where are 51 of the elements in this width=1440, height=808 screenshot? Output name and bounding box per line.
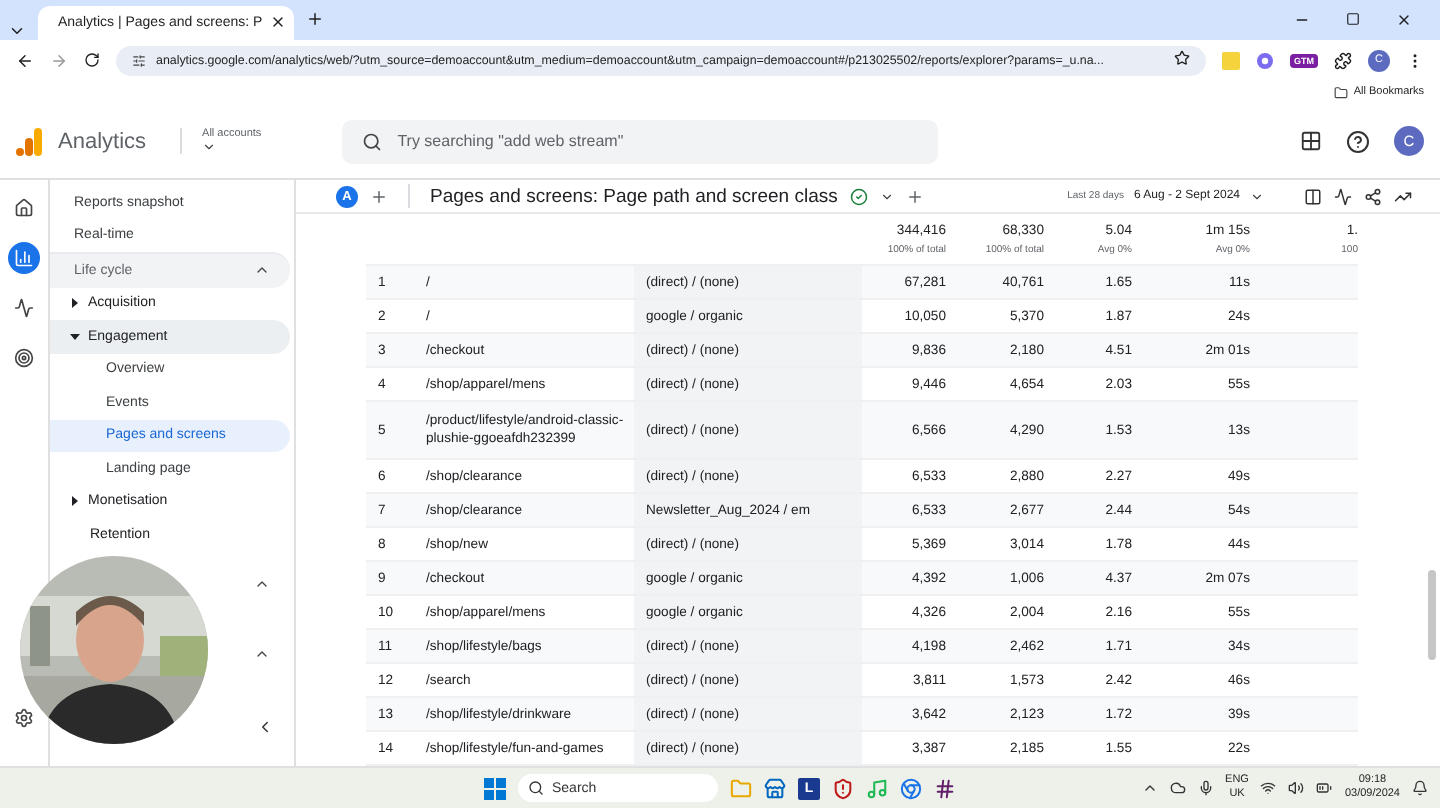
search-icon — [528, 780, 544, 796]
triangle-icon — [70, 298, 80, 309]
bookmark-star-icon[interactable] — [1174, 50, 1190, 66]
report-title: Pages and screens: Page path and screen class — [430, 185, 838, 207]
bar-chart-icon — [14, 248, 34, 268]
add-comparison-icon[interactable] — [370, 187, 388, 205]
home-icon — [14, 198, 34, 218]
site-settings-icon — [132, 53, 146, 67]
triangle-icon — [70, 331, 80, 342]
shield-icon[interactable] — [832, 777, 854, 799]
columns-icon[interactable] — [1304, 187, 1322, 205]
settings-icon[interactable] — [14, 708, 34, 728]
nav-rail-button[interactable] — [8, 242, 40, 274]
windows-start-icon[interactable] — [484, 777, 506, 799]
target-icon — [14, 348, 34, 368]
caret-icon[interactable] — [202, 140, 217, 154]
wifi-icon — [1260, 780, 1277, 796]
new-tab-icon[interactable] — [306, 10, 324, 28]
trend-icon[interactable] — [1394, 187, 1412, 205]
chevron-up-icon[interactable] — [1141, 780, 1158, 796]
forward-icon[interactable] — [50, 51, 68, 69]
battery-icon — [1316, 780, 1333, 796]
reload-icon[interactable] — [84, 52, 100, 68]
apps-grid-icon[interactable] — [1300, 130, 1322, 152]
back-icon[interactable] — [16, 51, 34, 69]
close-icon[interactable] — [270, 13, 287, 29]
check-icon — [849, 187, 868, 205]
hash-icon[interactable] — [934, 777, 956, 799]
mic-icon[interactable] — [1197, 780, 1214, 796]
search-icon — [361, 131, 382, 151]
share-icon[interactable] — [1364, 187, 1382, 205]
add-icon[interactable] — [905, 187, 924, 205]
folder-icon — [1333, 85, 1348, 99]
help-icon[interactable] — [1346, 129, 1370, 153]
triangle-icon — [70, 496, 80, 507]
extensions-icon[interactable] — [1334, 51, 1352, 69]
caret-icon[interactable] — [879, 189, 894, 203]
analytics-logo-icon — [16, 127, 42, 155]
browser-icon[interactable] — [900, 777, 922, 799]
bell-icon[interactable] — [1412, 780, 1428, 796]
collapse-icon[interactable] — [256, 718, 274, 737]
volume-icon — [1288, 780, 1305, 796]
close-icon[interactable] — [1396, 12, 1412, 28]
product-name: Analytics — [58, 129, 147, 153]
search-field[interactable]: Try searching "add web stream" — [341, 119, 938, 163]
maximize-icon[interactable] — [1346, 12, 1360, 26]
caret-icon — [1250, 189, 1264, 203]
tab-list-icon[interactable] — [8, 22, 26, 40]
cloud-icon[interactable] — [1169, 780, 1186, 796]
store-icon[interactable] — [764, 777, 786, 799]
scrollbar[interactable] — [1428, 570, 1436, 660]
